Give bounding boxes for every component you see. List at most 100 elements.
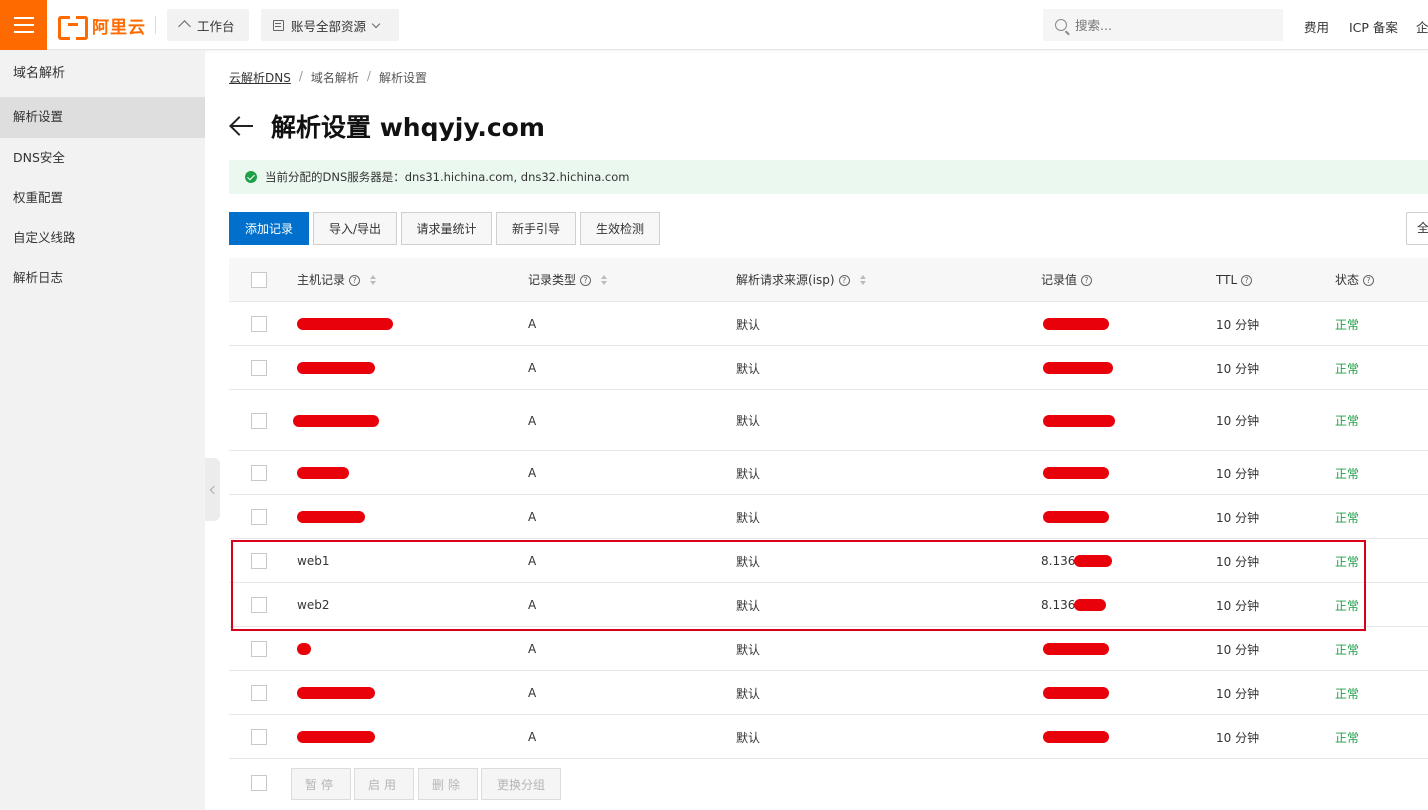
redaction-mark bbox=[1043, 362, 1113, 374]
row-checkbox[interactable] bbox=[251, 729, 267, 745]
resources-dropdown[interactable]: 账号全部资源 bbox=[261, 9, 399, 41]
select-all-checkbox[interactable] bbox=[251, 272, 267, 288]
ttl-cell: 10 分钟 bbox=[1216, 466, 1260, 481]
record-type-cell: A bbox=[528, 317, 537, 331]
table-row[interactable]: A 默认 10 分钟 正常 bbox=[229, 671, 1428, 715]
table-row[interactable]: A 默认 10 分钟 正常 bbox=[229, 715, 1428, 759]
isp-cell: 默认 bbox=[736, 317, 761, 332]
isp-cell: 默认 bbox=[736, 466, 761, 481]
sidebar-title[interactable]: 域名解析 bbox=[0, 50, 205, 97]
row-checkbox[interactable] bbox=[251, 685, 267, 701]
request-stats-button[interactable]: 请求量统计 bbox=[401, 212, 492, 245]
redaction-mark bbox=[297, 467, 349, 479]
sidebar-item-dns-settings[interactable]: 解析设置 bbox=[0, 97, 205, 138]
help-icon[interactable]: ? bbox=[1081, 274, 1093, 286]
change-group-button[interactable]: 更换分组 bbox=[481, 768, 561, 800]
effect-check-button[interactable]: 生效检测 bbox=[580, 212, 660, 245]
beginner-guide-button[interactable]: 新手引导 bbox=[496, 212, 576, 245]
chevron-down-icon bbox=[371, 19, 381, 28]
column-value: 记录值 ? bbox=[1041, 258, 1093, 302]
record-type-cell: A bbox=[528, 642, 537, 656]
help-icon[interactable]: ? bbox=[580, 274, 592, 286]
breadcrumb-separator: / bbox=[366, 69, 371, 83]
redaction-mark bbox=[1043, 731, 1109, 743]
search-box[interactable] bbox=[1043, 9, 1283, 41]
help-icon[interactable]: ? bbox=[1241, 274, 1253, 286]
delete-button[interactable]: 删除 bbox=[418, 768, 478, 800]
help-icon[interactable]: ? bbox=[838, 274, 850, 286]
column-status-label: 状态 bbox=[1335, 273, 1360, 287]
record-type-cell: A bbox=[528, 686, 537, 700]
chevron-left-icon bbox=[209, 485, 219, 494]
redaction-mark bbox=[297, 643, 311, 655]
help-icon[interactable]: ? bbox=[1363, 274, 1375, 286]
pause-button[interactable]: 暂停 bbox=[291, 768, 351, 800]
status-cell: 正常 bbox=[1335, 414, 1360, 428]
isp-cell: 默认 bbox=[736, 730, 761, 745]
row-checkbox[interactable] bbox=[251, 413, 267, 429]
row-checkbox[interactable] bbox=[251, 465, 267, 481]
workbench-label: 工作台 bbox=[197, 18, 235, 34]
enterprise-link[interactable]: 企 bbox=[1416, 17, 1428, 36]
column-status: 状态 ? bbox=[1335, 258, 1375, 302]
sort-icon[interactable] bbox=[370, 275, 377, 285]
status-cell: 正常 bbox=[1335, 361, 1360, 376]
redaction-mark bbox=[1043, 415, 1115, 427]
redaction-mark bbox=[1043, 687, 1109, 699]
billing-link[interactable]: 费用 bbox=[1304, 17, 1329, 36]
table-row[interactable]: A 默认 10 分钟 正常 bbox=[229, 302, 1428, 346]
aliyun-logo-mark-icon bbox=[58, 16, 88, 40]
row-checkbox[interactable] bbox=[251, 509, 267, 525]
divider bbox=[155, 16, 156, 34]
record-type-cell: A bbox=[528, 361, 537, 375]
record-type-cell: A bbox=[528, 466, 537, 480]
breadcrumb-link-cloud-dns[interactable]: 云解析DNS bbox=[229, 69, 291, 86]
sidebar-item-dns-log[interactable]: 解析日志 bbox=[0, 258, 205, 298]
table-row[interactable]: A 默认 10 分钟 正常 bbox=[229, 495, 1428, 539]
sort-icon[interactable] bbox=[601, 275, 608, 285]
back-arrow-icon[interactable] bbox=[229, 116, 255, 136]
breadcrumb-link-domain-dns[interactable]: 域名解析 bbox=[311, 69, 359, 86]
resources-label: 账号全部资源 bbox=[291, 18, 367, 34]
redaction-mark bbox=[297, 731, 375, 743]
table-row[interactable]: A 默认 10 分钟 正常 bbox=[229, 451, 1428, 495]
hamburger-menu-icon[interactable] bbox=[0, 0, 47, 50]
import-export-button[interactable]: 导入/导出 bbox=[313, 212, 397, 245]
table-row[interactable]: A 默认 10 分钟 正常 bbox=[229, 346, 1428, 390]
row-checkbox[interactable] bbox=[251, 360, 267, 376]
redaction-mark bbox=[297, 687, 375, 699]
top-navigation-bar: 阿里云 工作台 账号全部资源 费用 ICP 备案 企 bbox=[0, 0, 1428, 50]
status-cell: 正常 bbox=[1335, 466, 1360, 481]
all-dropdown-button[interactable]: 全 bbox=[1406, 212, 1428, 245]
icp-link[interactable]: ICP 备案 bbox=[1349, 17, 1398, 36]
workbench-button[interactable]: 工作台 bbox=[167, 9, 249, 41]
add-record-button[interactable]: 添加记录 bbox=[229, 212, 309, 245]
select-all-bottom-checkbox[interactable] bbox=[251, 775, 267, 791]
breadcrumb-current: 解析设置 bbox=[378, 71, 427, 85]
aliyun-logo[interactable]: 阿里云 bbox=[58, 13, 146, 40]
home-icon bbox=[179, 20, 190, 31]
sort-icon[interactable] bbox=[859, 275, 866, 285]
column-isp: 解析请求来源(isp) ? bbox=[736, 258, 866, 302]
table-row[interactable]: A 默认 10 分钟 正常 bbox=[229, 627, 1428, 671]
enable-button[interactable]: 启用 bbox=[354, 768, 414, 800]
ttl-cell: 10 分钟 bbox=[1216, 642, 1260, 657]
isp-cell: 默认 bbox=[736, 361, 761, 376]
search-input[interactable] bbox=[1075, 17, 1255, 33]
status-cell: 正常 bbox=[1335, 510, 1360, 525]
sidebar-item-weight-config[interactable]: 权重配置 bbox=[0, 178, 205, 218]
isp-cell: 默认 bbox=[736, 686, 761, 701]
row-checkbox[interactable] bbox=[251, 316, 267, 332]
status-cell: 正常 bbox=[1335, 317, 1360, 332]
table-row[interactable]: A 默认 10 分钟 正常 bbox=[229, 390, 1428, 451]
sidebar-collapse-handle[interactable] bbox=[205, 458, 220, 521]
ttl-cell: 10 分钟 bbox=[1216, 317, 1260, 332]
redaction-mark bbox=[1043, 467, 1109, 479]
ttl-cell: 10 分钟 bbox=[1216, 730, 1260, 745]
search-icon bbox=[1055, 19, 1067, 31]
row-checkbox[interactable] bbox=[251, 641, 267, 657]
sidebar-item-dns-security[interactable]: DNS安全 bbox=[0, 138, 205, 178]
sidebar-item-custom-line[interactable]: 自定义线路 bbox=[0, 218, 205, 258]
help-icon[interactable]: ? bbox=[349, 274, 361, 286]
annotation-highlight-box bbox=[231, 540, 1366, 631]
